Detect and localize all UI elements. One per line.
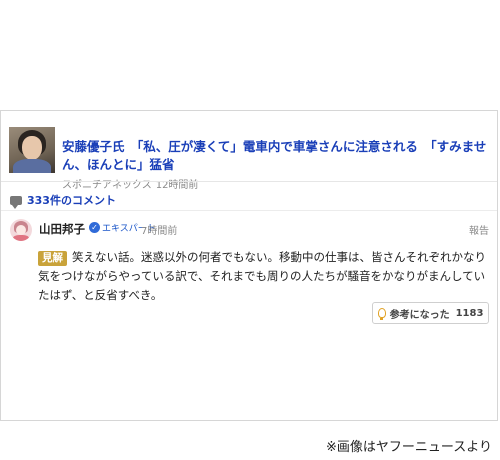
comment-count-label: 333件のコメント bbox=[27, 194, 116, 207]
image-credit: ※画像はヤフーニュースより bbox=[326, 440, 492, 455]
report-link[interactable]: 報告 bbox=[469, 222, 489, 237]
article-header[interactable]: 安藤優子氏 「私、圧が凄くて」電車内で車掌さんに注意される 「すみません、ほんと… bbox=[1, 121, 497, 191]
verified-check-icon: ✓ bbox=[89, 222, 100, 233]
lightbulb-icon bbox=[377, 308, 386, 320]
comment-author[interactable]: 山田邦子 bbox=[39, 221, 85, 237]
helpful-button[interactable]: 参考になった 1183 bbox=[372, 302, 489, 324]
comment-bubble-icon bbox=[10, 195, 22, 209]
article-thumbnail[interactable] bbox=[9, 127, 55, 173]
article-headline[interactable]: 安藤優子氏 「私、圧が凄くて」電車内で車掌さんに注意される 「すみません、ほんと… bbox=[62, 138, 492, 174]
comment-text: 笑えない話。迷惑以外の何者でもない。移動中の仕事は、皆さんそれぞれかなり気をつけ… bbox=[38, 250, 486, 302]
article-meta: スポニチアネックス 12時間前 bbox=[62, 176, 198, 191]
comment-count-link[interactable]: 333件のコメント bbox=[10, 192, 116, 209]
comment-time: 7時間前 bbox=[141, 226, 178, 237]
helpful-label: 参考になった bbox=[389, 309, 450, 321]
comment-body: 見解 笑えない話。迷惑以外の何者でもない。移動中の仕事は、皆さんそれぞれかなり気を… bbox=[38, 248, 493, 305]
helpful-count: 1183 bbox=[455, 307, 484, 319]
opinion-tag: 見解 bbox=[38, 251, 67, 266]
divider bbox=[1, 210, 497, 211]
avatar[interactable] bbox=[10, 219, 32, 241]
divider bbox=[1, 181, 497, 182]
yahoo-news-card: 安藤優子氏 「私、圧が凄くて」電車内で車掌さんに注意される 「すみません、ほんと… bbox=[0, 110, 498, 421]
